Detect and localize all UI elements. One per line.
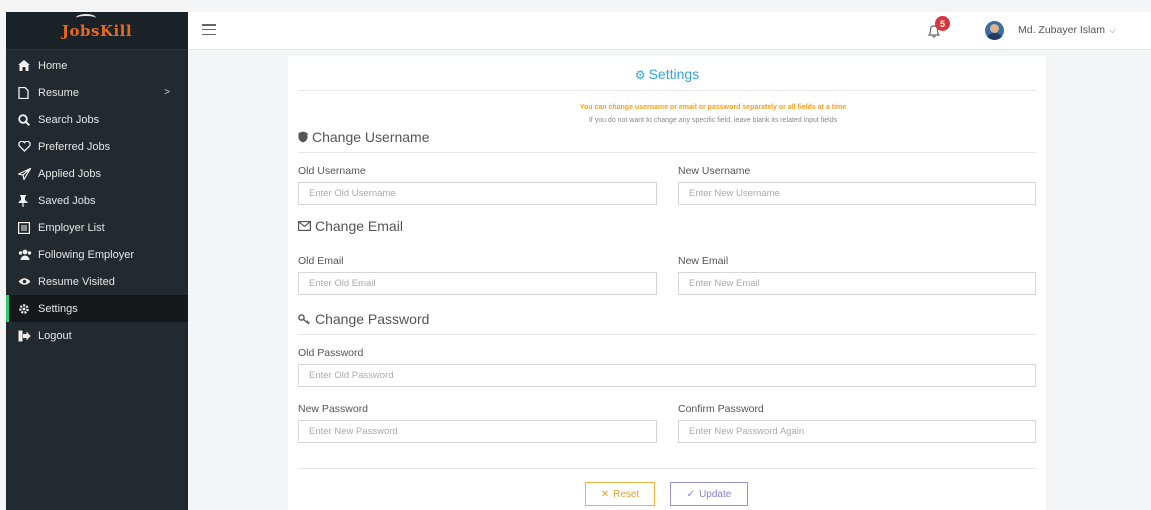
section-password-heading: Change Password bbox=[298, 311, 429, 327]
reset-button[interactable]: ✕ Reset bbox=[585, 482, 655, 506]
key-icon bbox=[298, 313, 311, 325]
sidebar-item-applied-jobs[interactable]: Applied Jobs bbox=[6, 160, 188, 187]
new-email-label: New Email bbox=[678, 255, 729, 267]
menu-toggle-icon[interactable] bbox=[202, 24, 216, 36]
pin-icon bbox=[18, 194, 38, 207]
shield-icon bbox=[298, 131, 308, 143]
section-username-heading: Change Username bbox=[298, 129, 430, 145]
new-password-input[interactable] bbox=[298, 420, 657, 443]
old-email-input[interactable] bbox=[298, 272, 657, 295]
sidebar-item-label: Logout bbox=[38, 329, 72, 342]
brand-logo[interactable]: JobsKill bbox=[62, 13, 132, 40]
reset-button-label: Reset bbox=[613, 488, 640, 500]
sidebar-item-label: Following Employer bbox=[38, 248, 134, 261]
update-button[interactable]: ✓ Update bbox=[670, 482, 748, 506]
section-email-heading: Change Email bbox=[298, 218, 403, 234]
section-email-title: Change Email bbox=[315, 218, 403, 234]
sidebar-item-label: Resume bbox=[38, 86, 79, 99]
old-username-label: Old Username bbox=[298, 165, 366, 177]
confirm-password-input[interactable] bbox=[678, 420, 1036, 443]
confirm-password-label: Confirm Password bbox=[678, 403, 764, 415]
avatar[interactable] bbox=[985, 21, 1004, 40]
user-menu[interactable]: Md. Zubayer Islam ⌵ bbox=[1018, 24, 1116, 36]
notification-badge[interactable]: 5 bbox=[935, 16, 950, 31]
page-title-text: Settings bbox=[648, 66, 700, 82]
sidebar-item-label: Home bbox=[38, 59, 68, 72]
page-title: ⚙ Settings bbox=[288, 66, 1046, 82]
list-icon bbox=[18, 221, 38, 234]
eye-icon bbox=[18, 277, 38, 286]
new-username-input[interactable] bbox=[678, 182, 1036, 205]
home-icon bbox=[18, 60, 38, 71]
sidebar-item-label: Applied Jobs bbox=[38, 167, 101, 180]
sidebar-item-label: Resume Visited bbox=[38, 275, 115, 288]
gears-icon: ⚙ bbox=[634, 68, 646, 82]
check-icon: ✓ bbox=[686, 488, 696, 500]
new-email-input[interactable] bbox=[678, 272, 1036, 295]
sidebar-item-resume-visited[interactable]: Resume Visited bbox=[6, 268, 188, 295]
old-password-input[interactable] bbox=[298, 364, 1036, 387]
chevron-right-icon: > bbox=[164, 87, 170, 98]
topbar: 5 Md. Zubayer Islam ⌵ bbox=[188, 12, 1151, 50]
sidebar-item-employer-list[interactable]: Employer List bbox=[6, 214, 188, 241]
section-password-title: Change Password bbox=[315, 311, 430, 327]
notice-text: You can change username or email or pass… bbox=[579, 104, 847, 111]
actions-divider bbox=[298, 468, 1036, 469]
sidebar-nav: Home Resume > Search Jobs Preferred Jobs bbox=[6, 50, 188, 349]
gear-icon bbox=[18, 303, 38, 315]
sidebar-item-preferred-jobs[interactable]: Preferred Jobs bbox=[6, 133, 188, 160]
sidebar-item-settings[interactable]: Settings bbox=[6, 295, 188, 322]
sign-out-icon bbox=[18, 330, 38, 342]
new-password-label: New Password bbox=[298, 403, 369, 415]
chevron-down-icon: ⌵ bbox=[1108, 25, 1116, 35]
section-divider bbox=[298, 334, 1036, 335]
paper-plane-icon bbox=[18, 167, 38, 180]
old-password-label: Old Password bbox=[298, 347, 364, 359]
old-username-input[interactable] bbox=[298, 182, 657, 205]
brand-bar: JobsKill bbox=[6, 12, 188, 50]
sidebar-item-label: Settings bbox=[38, 302, 78, 315]
sidebar-item-label: Employer List bbox=[38, 221, 105, 234]
sidebar-item-label: Preferred Jobs bbox=[38, 140, 111, 153]
user-name: Md. Zubayer Islam bbox=[1018, 24, 1105, 36]
section-username-title: Change Username bbox=[312, 129, 430, 145]
title-divider bbox=[298, 90, 1036, 91]
file-icon bbox=[18, 86, 38, 99]
sidebar-item-search-jobs[interactable]: Search Jobs bbox=[6, 106, 188, 133]
sidebar-item-logout[interactable]: Logout bbox=[6, 322, 188, 349]
search-icon bbox=[18, 113, 38, 126]
sidebar-item-following-employer[interactable]: Following Employer bbox=[6, 241, 188, 268]
notice-subtext: If you do not want to change any specifi… bbox=[588, 117, 838, 124]
new-username-label: New Username bbox=[678, 165, 751, 177]
sidebar-item-resume[interactable]: Resume > bbox=[6, 79, 188, 106]
heart-icon bbox=[18, 141, 38, 152]
envelope-icon bbox=[298, 221, 311, 231]
sidebar-item-label: Search Jobs bbox=[38, 113, 100, 126]
sidebar-item-saved-jobs[interactable]: Saved Jobs bbox=[6, 187, 188, 214]
close-icon: ✕ bbox=[600, 488, 610, 500]
update-button-label: Update bbox=[699, 488, 732, 500]
section-divider bbox=[298, 152, 1036, 153]
sidebar-item-home[interactable]: Home bbox=[6, 52, 188, 79]
old-email-label: Old Email bbox=[298, 255, 344, 267]
sidebar-item-label: Saved Jobs bbox=[38, 194, 96, 207]
settings-card: ⚙ Settings You can change username or ema… bbox=[288, 56, 1046, 510]
sidebar: JobsKill Home Resume > Search Jobs Prefe… bbox=[6, 12, 188, 510]
users-icon bbox=[18, 249, 38, 260]
